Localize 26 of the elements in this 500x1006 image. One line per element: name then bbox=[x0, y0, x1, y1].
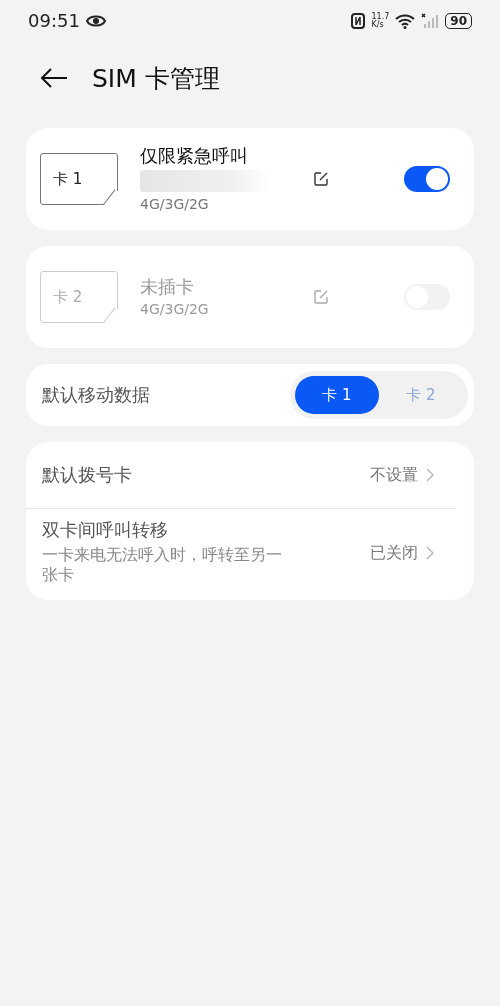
back-arrow-icon[interactable] bbox=[40, 67, 68, 89]
battery-level: 90 bbox=[445, 13, 472, 29]
setting-value[interactable]: 已关闭 bbox=[370, 543, 418, 563]
network-types: 4G/3G/2G bbox=[140, 301, 210, 319]
sim-name: 仅限紧急呼叫 bbox=[140, 144, 249, 167]
wifi-icon bbox=[395, 13, 416, 29]
eye-icon bbox=[85, 14, 106, 28]
setting-title: 双卡间呼叫转移 bbox=[42, 519, 169, 541]
network-types: 4G/3G/2G bbox=[140, 196, 210, 214]
sim-option[interactable]: 卡 1 bbox=[295, 376, 379, 414]
sim-card-slot: 卡 1 bbox=[40, 153, 118, 205]
nfc-icon bbox=[351, 13, 366, 29]
network-speed: 11.7 K/s bbox=[371, 13, 390, 29]
sim-card-slot: 卡 2 bbox=[40, 271, 118, 323]
chevron-right-icon bbox=[426, 545, 434, 560]
page-title: SIM 卡管理 bbox=[92, 62, 220, 95]
signal-icon bbox=[421, 13, 440, 29]
chevron-right-icon bbox=[426, 468, 434, 482]
status-time: 09:51 bbox=[28, 10, 80, 32]
edit-icon[interactable] bbox=[314, 172, 328, 186]
setting-value[interactable]: 不设置 bbox=[370, 465, 418, 485]
setting-label: 默认移动数据 bbox=[42, 384, 150, 406]
setting-title: 默认拨号卡 bbox=[42, 464, 133, 486]
setting-description: 一卡来电无法呼入时，呼转至另一张卡 bbox=[42, 544, 283, 587]
sim-name: 未插卡 bbox=[140, 275, 195, 298]
sim-toggle[interactable] bbox=[404, 166, 450, 192]
